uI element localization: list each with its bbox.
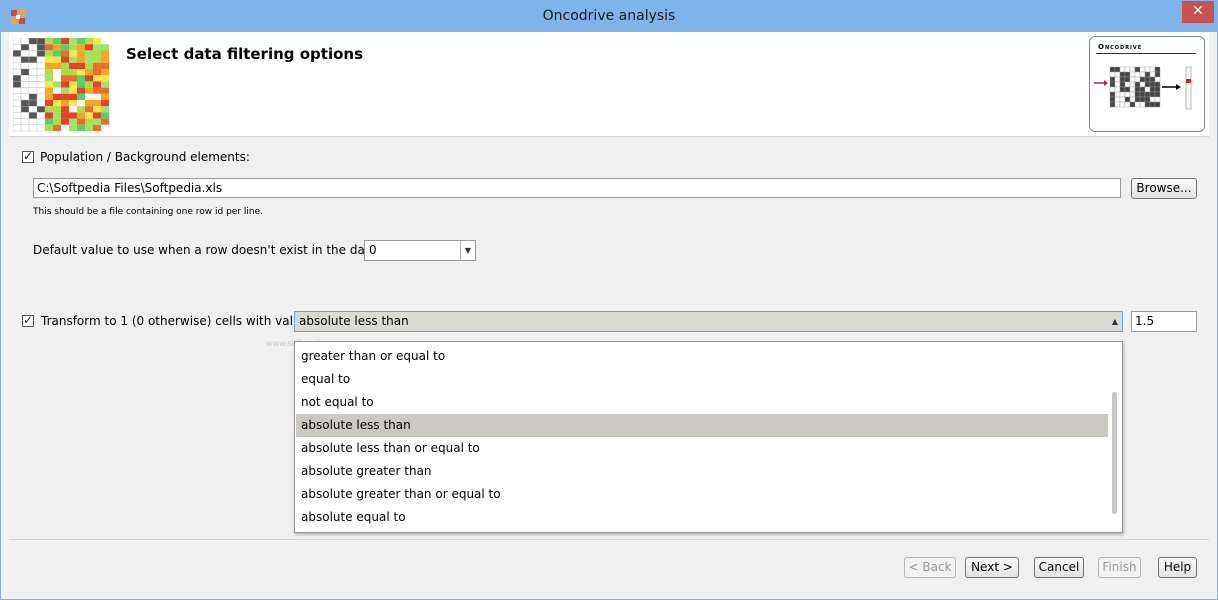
window-title: Oncodrive analysis — [542, 8, 676, 24]
dropdown-option[interactable]: equal to — [296, 368, 1108, 391]
transform-checkbox[interactable] — [22, 313, 34, 327]
transform-operator-dropdown: greater than or equal to equal to not eq… — [294, 341, 1123, 533]
dialog-window: Oncodrive analysis ✕ Select data filteri… — [0, 0, 1218, 600]
chevron-up-icon[interactable]: ▲ — [1108, 312, 1122, 331]
dropdown-option[interactable]: absolute greater than — [296, 460, 1108, 483]
default-value-selected: 0 — [369, 243, 377, 257]
default-value-label: Default value to use when a row doesn't … — [33, 243, 377, 257]
footer-separator — [9, 539, 1209, 540]
help-button[interactable]: Help — [1158, 557, 1197, 578]
population-note: This should be a file containing one row… — [33, 207, 263, 217]
dropdown-option-selected[interactable]: absolute less than — [296, 414, 1108, 437]
dropdown-scrollbar[interactable] — [1112, 392, 1117, 514]
population-checkbox[interactable] — [22, 149, 34, 163]
logo-text: Oncodrive — [1098, 43, 1143, 51]
page-title: Select data filtering options — [126, 45, 363, 63]
chevron-down-icon[interactable]: ▼ — [460, 241, 475, 260]
back-button[interactable]: < Back — [904, 557, 956, 578]
finish-button[interactable]: Finish — [1098, 557, 1141, 578]
dropdown-option[interactable]: absolute equal to — [296, 506, 1108, 529]
transform-operator-select[interactable]: absolute less than ▲ — [294, 311, 1123, 332]
browse-button[interactable]: Browse... — [1131, 178, 1197, 199]
title-bar[interactable]: Oncodrive analysis ✕ — [1, 1, 1217, 32]
dropdown-option[interactable]: not equal to — [296, 391, 1108, 414]
transform-value-input[interactable]: 1.5 — [1131, 311, 1197, 332]
dropdown-option[interactable]: greater than or equal to — [296, 345, 1108, 368]
transform-operator-selected: absolute less than — [299, 314, 409, 328]
dropdown-option[interactable]: absolute greater than or equal to — [296, 483, 1108, 506]
population-file-input[interactable]: C:\Softpedia Files\Softpedia.xls — [33, 178, 1121, 198]
logo-divider — [1096, 53, 1196, 54]
close-button[interactable]: ✕ — [1182, 1, 1214, 23]
transform-label: Transform to 1 (0 otherwise) cells with … — [41, 314, 308, 328]
heatmap-icon — [13, 38, 109, 132]
next-button[interactable]: Next > — [965, 557, 1019, 578]
oncodrive-logo: Oncodrive — [1089, 36, 1205, 132]
dropdown-option[interactable]: absolute less than or equal to — [296, 437, 1108, 460]
close-icon: ✕ — [1192, 3, 1204, 19]
wizard-header: Select data filtering options Oncodrive — [9, 32, 1209, 137]
oncodrive-diagram-icon — [1094, 66, 1192, 110]
population-label: Population / Background elements: — [40, 150, 250, 164]
cancel-button[interactable]: Cancel — [1034, 557, 1084, 578]
default-value-select[interactable]: 0 ▼ — [364, 240, 476, 261]
